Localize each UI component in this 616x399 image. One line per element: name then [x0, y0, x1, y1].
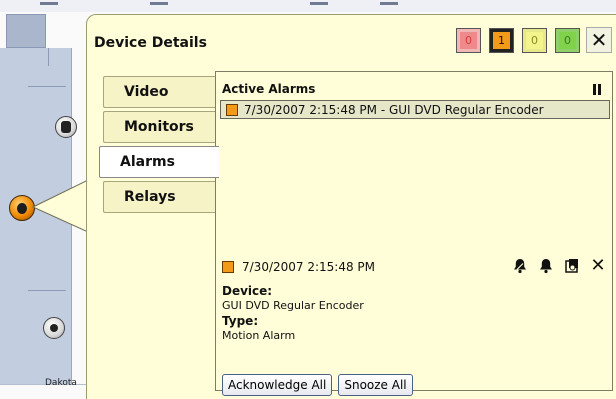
map-marker-fragment	[150, 2, 168, 5]
map-wall	[28, 290, 66, 291]
status-count-value: 0	[559, 32, 576, 49]
status-count-value: 0	[526, 32, 543, 49]
device-tabs: Video Monitors Alarms Relays	[99, 76, 219, 216]
status-count-value: 0	[460, 32, 477, 49]
tab-label: Relays	[124, 189, 176, 205]
snooze-all-button[interactable]: Snooze All	[338, 374, 413, 396]
map-wall	[28, 86, 66, 87]
tab-label: Monitors	[124, 119, 194, 135]
status-count-yellow[interactable]: 0	[522, 28, 547, 53]
selected-device-marker[interactable]	[9, 195, 35, 221]
map-room	[6, 14, 46, 48]
acknowledge-all-button[interactable]: Acknowledge All	[222, 374, 333, 396]
tab-video[interactable]: Video	[103, 76, 215, 108]
status-count-red[interactable]: 0	[456, 28, 481, 53]
alarm-severity-icon	[222, 261, 234, 273]
device-value: GUI DVD Regular Encoder	[222, 299, 364, 312]
device-details-panel: Device Details 0 1 0 0 ✕ Video Monitors …	[86, 14, 616, 399]
camera-marker[interactable]	[55, 116, 77, 138]
device-label: Device:	[222, 284, 273, 298]
pause-icon[interactable]	[593, 84, 603, 95]
alarms-content-pane: Active Alarms 7/30/2007 2:15:48 PM - GUI…	[215, 71, 613, 396]
camera-marker[interactable]	[43, 317, 65, 339]
map-top-strip	[0, 0, 616, 12]
close-button[interactable]: ✕	[586, 27, 612, 53]
alarm-actions: ✕	[512, 257, 606, 275]
alarm-severity-icon	[226, 103, 238, 116]
alarm-list-item[interactable]: 7/30/2007 2:15:48 PM - GUI DVD Regular E…	[220, 100, 610, 119]
alarm-detail: 7/30/2007 2:15:48 PM ✕ Device: GUI DVD R…	[222, 257, 606, 342]
snooze-bell-icon[interactable]	[538, 258, 554, 274]
alarm-info-icon[interactable]	[564, 258, 580, 274]
acknowledge-bell-icon[interactable]	[512, 258, 528, 274]
type-label: Type:	[222, 314, 259, 328]
camera-icon	[50, 324, 58, 332]
camera-icon	[17, 202, 27, 214]
tab-label: Video	[124, 84, 169, 100]
type-value: Motion Alarm	[222, 329, 296, 342]
alarm-buttons: Acknowledge All Snooze All	[222, 374, 413, 396]
alarm-detail-timestamp: 7/30/2007 2:15:48 PM	[242, 260, 376, 274]
dismiss-alarm-icon[interactable]: ✕	[590, 257, 606, 275]
tab-monitors[interactable]: Monitors	[103, 111, 215, 143]
alarm-status-counters: 0 1 0 0	[456, 28, 580, 53]
panel-title: Device Details	[94, 35, 207, 51]
close-icon: ✕	[590, 28, 608, 52]
map-marker-fragment	[40, 2, 58, 5]
active-alarms-heading: Active Alarms	[222, 82, 316, 96]
map-wall	[48, 48, 49, 66]
tab-relays[interactable]: Relays	[103, 181, 215, 213]
tab-label: Alarms	[120, 154, 175, 170]
tab-alarms[interactable]: Alarms	[99, 146, 219, 178]
status-count-orange[interactable]: 1	[489, 28, 514, 53]
camera-icon	[61, 121, 71, 133]
status-count-green[interactable]: 0	[555, 28, 580, 53]
map-location-label: Dakota	[45, 378, 77, 388]
map-marker-fragment	[310, 2, 328, 5]
status-count-value: 1	[493, 32, 510, 49]
map-marker-fragment	[380, 2, 398, 5]
alarm-list-text: 7/30/2007 2:15:48 PM - GUI DVD Regular E…	[244, 102, 544, 117]
